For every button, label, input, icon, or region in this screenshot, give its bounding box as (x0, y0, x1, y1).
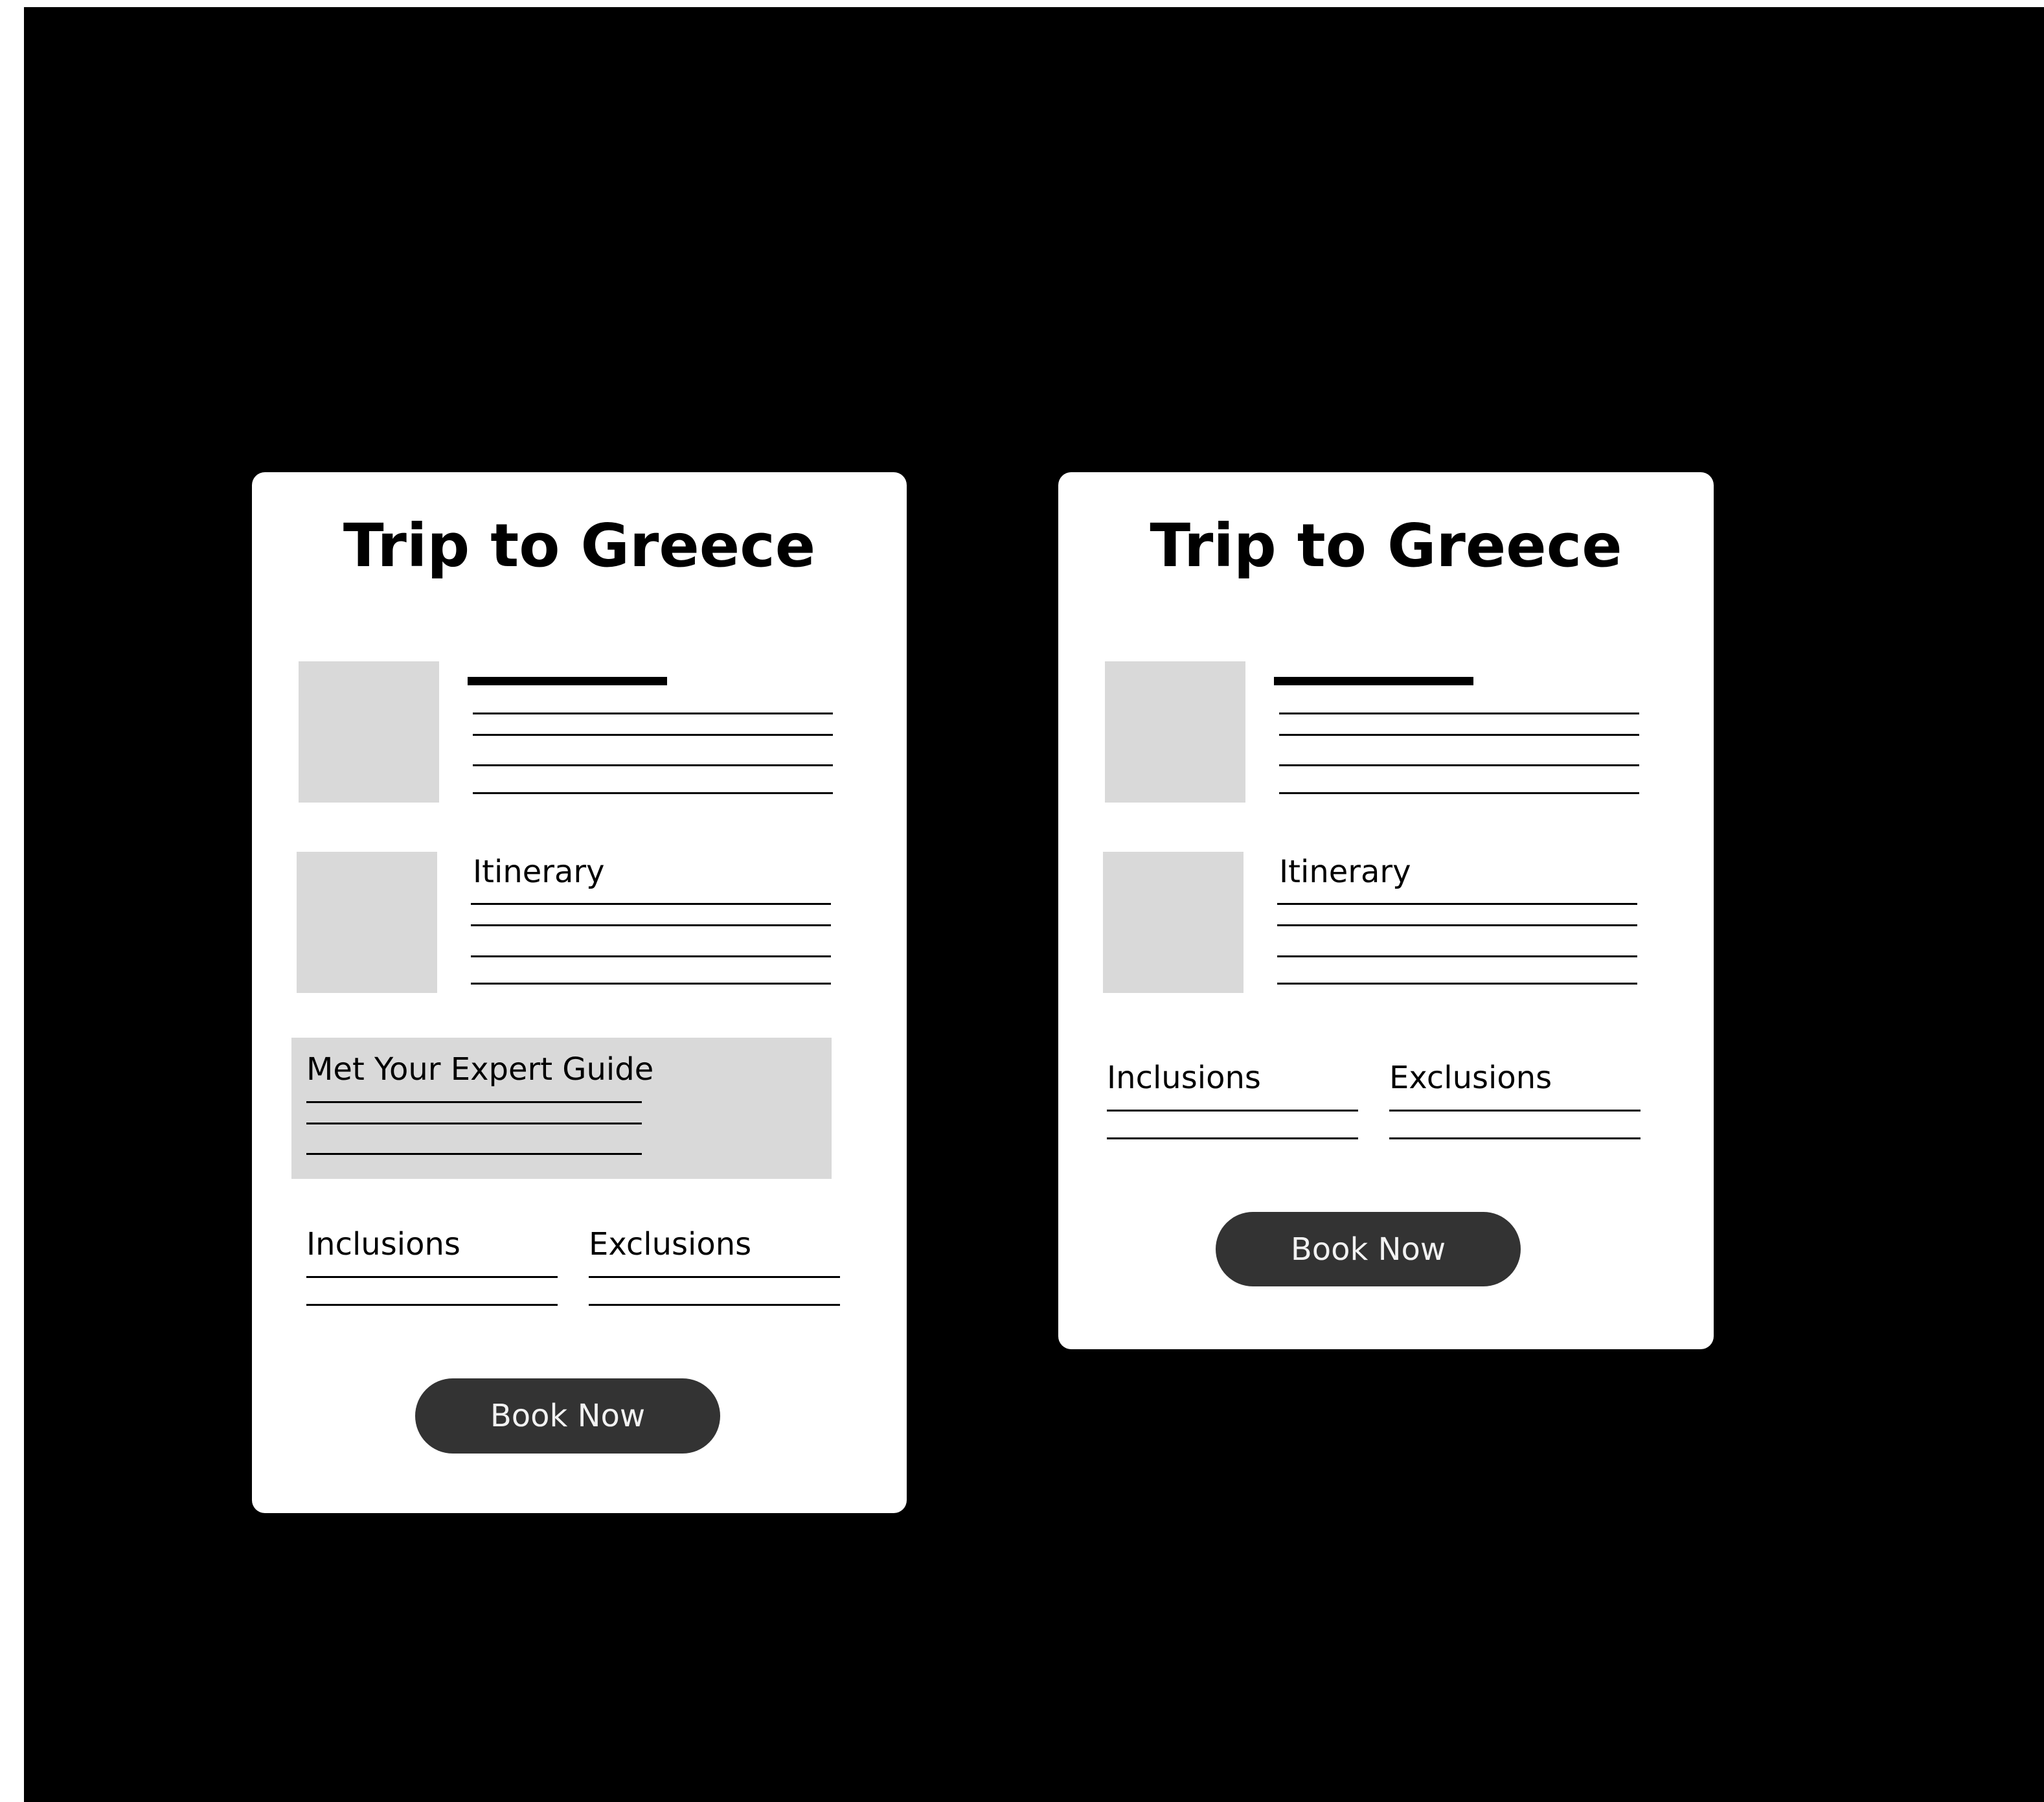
exclusions-text-line (589, 1276, 840, 1278)
exclusions-heading: Exclusions (589, 1226, 752, 1262)
overview-text-line (473, 734, 833, 736)
itinerary-text-line (1277, 983, 1637, 985)
guide-text-line (306, 1153, 642, 1155)
itinerary-text-line (471, 983, 831, 985)
trip-card-compact: Trip to Greece Itinerary Inclusions Excl… (1058, 472, 1714, 1349)
itinerary-text-line (471, 924, 831, 926)
card-title: Trip to Greece (1150, 511, 1622, 580)
overview-text-line (1279, 734, 1639, 736)
trip-card-detailed: Trip to Greece Itinerary Met Your Expert… (252, 472, 907, 1513)
overview-image-placeholder (1105, 661, 1245, 803)
overview-text-line (473, 713, 833, 714)
inclusions-text-line (306, 1304, 558, 1306)
itinerary-heading: Itinerary (1279, 854, 1411, 890)
itinerary-text-line (1277, 955, 1637, 957)
exclusions-text-line (1389, 1110, 1641, 1112)
guide-text-line (306, 1101, 642, 1103)
card-title: Trip to Greece (343, 511, 816, 580)
overview-image-placeholder (299, 661, 439, 803)
itinerary-text-line (471, 955, 831, 957)
overview-text-line (1279, 764, 1639, 766)
inclusions-text-line (306, 1276, 558, 1278)
overview-text-line (1279, 792, 1639, 794)
overview-text-line (473, 764, 833, 766)
itinerary-text-line (471, 903, 831, 905)
overview-text-line (473, 792, 833, 794)
exclusions-text-line (589, 1304, 840, 1306)
inclusions-heading: Inclusions (306, 1226, 460, 1262)
overview-heading-placeholder (468, 677, 667, 685)
overview-text-line (1279, 713, 1639, 714)
inclusions-text-line (1107, 1110, 1358, 1112)
itinerary-image-placeholder (1103, 852, 1243, 993)
guide-text-line (306, 1123, 642, 1124)
exclusions-text-line (1389, 1137, 1641, 1139)
overview-heading-placeholder (1274, 677, 1473, 685)
inclusions-text-line (1107, 1137, 1358, 1139)
book-now-button[interactable]: Book Now (1216, 1212, 1521, 1286)
exclusions-heading: Exclusions (1389, 1060, 1552, 1096)
itinerary-text-line (1277, 903, 1637, 905)
itinerary-image-placeholder (297, 852, 437, 993)
itinerary-heading: Itinerary (473, 854, 605, 890)
itinerary-text-line (1277, 924, 1637, 926)
book-now-button[interactable]: Book Now (415, 1378, 720, 1454)
inclusions-heading: Inclusions (1107, 1060, 1261, 1096)
expert-guide-heading: Met Your Expert Guide (306, 1051, 654, 1088)
